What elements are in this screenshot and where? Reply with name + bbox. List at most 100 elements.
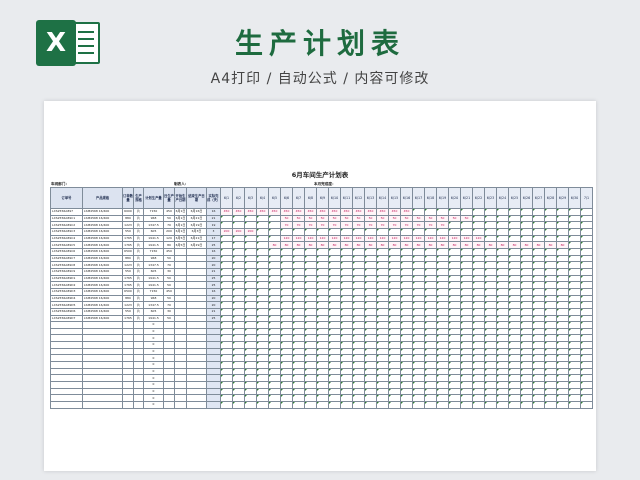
cell-day[interactable]: [340, 327, 353, 336]
cell-day[interactable]: [424, 261, 437, 269]
cell-day[interactable]: [244, 294, 257, 303]
cell-day[interactable]: [376, 327, 389, 336]
cell-day[interactable]: 80: [460, 241, 473, 249]
cell-day[interactable]: [556, 234, 569, 243]
cell-day[interactable]: [484, 321, 497, 329]
cell-day[interactable]: [412, 287, 425, 296]
cell-day[interactable]: [448, 314, 461, 323]
cell-day[interactable]: [400, 267, 413, 276]
cell-day[interactable]: [472, 387, 485, 396]
cell-day[interactable]: [364, 387, 377, 396]
cell-day[interactable]: [268, 321, 281, 329]
cell-day[interactable]: [244, 347, 257, 356]
cell-day[interactable]: 200: [220, 227, 233, 236]
col-plan-qty[interactable]: 计划生产量: [143, 187, 164, 209]
cell-day[interactable]: [508, 367, 521, 376]
cell-day[interactable]: [328, 254, 341, 263]
cell-daily-qty[interactable]: [163, 374, 175, 383]
cell-start-date[interactable]: [174, 327, 187, 336]
cell-unit[interactable]: 片: [133, 287, 144, 296]
cell-day[interactable]: [340, 301, 353, 309]
cell-day[interactable]: [244, 341, 257, 349]
cell-order-qty[interactable]: 880: [122, 214, 134, 223]
cell-day[interactable]: [520, 387, 533, 396]
cell-day[interactable]: [568, 214, 581, 223]
cell-day[interactable]: [400, 314, 413, 323]
cell-day[interactable]: [484, 381, 497, 389]
cell-order-qty[interactable]: 1765: [122, 234, 134, 243]
cell-day[interactable]: [364, 261, 377, 269]
cell-day[interactable]: [268, 347, 281, 356]
cell-day[interactable]: [544, 234, 557, 243]
cell-day[interactable]: [544, 387, 557, 396]
cell-day[interactable]: [400, 347, 413, 356]
cell-day[interactable]: [484, 394, 497, 403]
cell-day[interactable]: 70: [388, 221, 401, 229]
cell-day[interactable]: [412, 247, 425, 256]
cell-order-qty[interactable]: 1765: [122, 314, 134, 323]
cell-day[interactable]: [244, 334, 257, 343]
col-date[interactable]: 6/21: [460, 187, 473, 209]
cell-start-date[interactable]: 6月5日: [174, 241, 187, 249]
cell-plan-qty[interactable]: 0: [143, 341, 164, 349]
cell-day[interactable]: 50: [292, 214, 305, 223]
cell-day[interactable]: [364, 354, 377, 363]
cell-day[interactable]: [508, 267, 521, 276]
cell-day[interactable]: [568, 347, 581, 356]
cell-daily-qty[interactable]: [163, 327, 175, 336]
col-date[interactable]: 6/26: [520, 187, 533, 209]
cell-day[interactable]: [496, 307, 509, 316]
cell-day[interactable]: [352, 374, 365, 383]
cell-start-date[interactable]: [174, 387, 187, 396]
cell-day[interactable]: [580, 394, 593, 403]
cell-day[interactable]: [268, 394, 281, 403]
cell-day[interactable]: [412, 341, 425, 349]
cell-day[interactable]: [532, 401, 545, 409]
cell-day[interactable]: [352, 274, 365, 283]
cell-day[interactable]: [448, 401, 461, 409]
cell-order-qty[interactable]: 6500: [122, 247, 134, 256]
cell-day[interactable]: [496, 267, 509, 276]
cell-unit[interactable]: 片: [133, 227, 144, 236]
cell-start-date[interactable]: [174, 341, 187, 349]
cell-end-date[interactable]: [186, 301, 207, 309]
cell-day[interactable]: [568, 374, 581, 383]
col-daily-qty[interactable]: 日生产量: [163, 187, 175, 209]
cell-day[interactable]: [448, 327, 461, 336]
cell-day[interactable]: [484, 281, 497, 289]
cell-day[interactable]: [568, 294, 581, 303]
cell-day[interactable]: [364, 327, 377, 336]
cell-day[interactable]: [580, 334, 593, 343]
cell-spec[interactable]: LSM4568 16/400: [82, 294, 123, 303]
cell-day[interactable]: [496, 401, 509, 409]
cell-day[interactable]: [556, 321, 569, 329]
cell-end-date[interactable]: [186, 327, 207, 336]
cell-day[interactable]: [520, 374, 533, 383]
cell-plan-qty[interactable]: 1941.5: [143, 281, 164, 289]
cell-start-date[interactable]: [174, 301, 187, 309]
cell-day[interactable]: [520, 334, 533, 343]
cell-day[interactable]: [412, 267, 425, 276]
cell-day[interactable]: 80: [424, 241, 437, 249]
cell-day[interactable]: [364, 301, 377, 309]
cell-day[interactable]: [400, 301, 413, 309]
cell-order-qty[interactable]: 880: [122, 294, 134, 303]
cell-day[interactable]: 120: [448, 234, 461, 243]
cell-order-qty[interactable]: [122, 381, 134, 389]
cell-end-date[interactable]: [186, 394, 207, 403]
cell-day[interactable]: [388, 381, 401, 389]
cell-day[interactable]: [316, 327, 329, 336]
cell-day[interactable]: [436, 247, 449, 256]
cell-day[interactable]: [436, 321, 449, 329]
cell-daily-qty[interactable]: 80: [163, 241, 175, 249]
cell-day[interactable]: [340, 374, 353, 383]
cell-day[interactable]: [556, 221, 569, 229]
cell-day[interactable]: [292, 401, 305, 409]
cell-day[interactable]: [268, 267, 281, 276]
col-end-date[interactable]: 结束生产日期: [186, 187, 207, 209]
cell-plan-qty[interactable]: 0: [143, 387, 164, 396]
cell-day[interactable]: 50: [376, 214, 389, 223]
cell-day[interactable]: [436, 401, 449, 409]
cell-plan-qty[interactable]: 1941.5: [143, 314, 164, 323]
cell-order-no[interactable]: [50, 361, 83, 369]
